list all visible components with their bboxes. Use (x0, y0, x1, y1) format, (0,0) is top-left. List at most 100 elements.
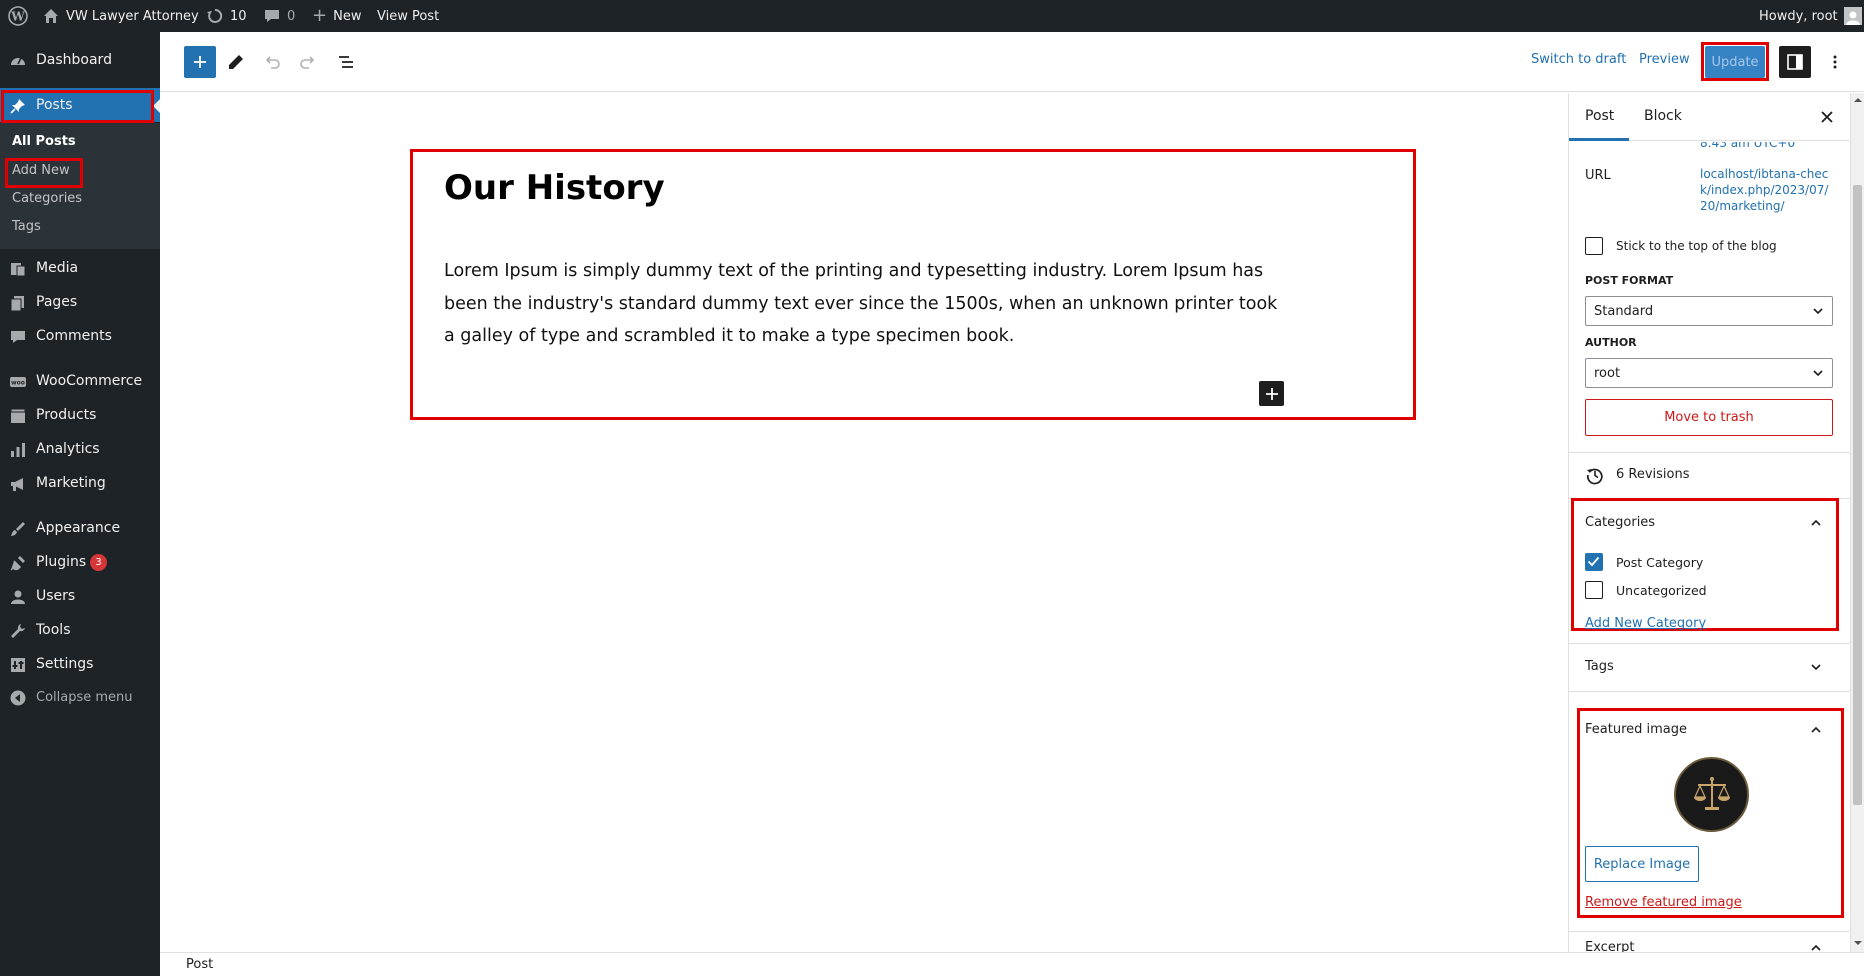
view-post-link[interactable]: View Post (377, 0, 439, 32)
menu-users[interactable]: Users (0, 579, 160, 613)
category-checkbox-uncategorized[interactable] (1585, 581, 1603, 599)
more-vertical-icon (1833, 55, 1837, 69)
menu-users-label: Users (36, 588, 76, 604)
settings-toggle-button[interactable] (1779, 46, 1811, 78)
editor-footer: Post (160, 952, 1864, 976)
howdy-text: Howdy, root (1759, 8, 1838, 24)
menu-marketing-label: Marketing (36, 475, 106, 491)
plus-icon (1265, 387, 1278, 400)
scroll-up-arrow-icon[interactable] (1853, 95, 1863, 105)
post-format-select[interactable]: Standard (1585, 296, 1833, 326)
tools-button[interactable] (220, 46, 252, 78)
tags-title: Tags (1585, 659, 1614, 674)
menu-products[interactable]: Products (0, 398, 160, 432)
menu-dashboard[interactable]: Dashboard (0, 43, 160, 77)
remove-featured-image-link[interactable]: Remove featured image (1585, 895, 1742, 910)
plus-icon: + (312, 5, 328, 26)
analytics-icon (11, 443, 25, 457)
tools-icon (11, 624, 25, 638)
plugins-update-badge: 3 (90, 554, 107, 571)
admin-sidebar: Dashboard Posts All Posts Add New Catego… (0, 32, 161, 976)
chevron-down-icon (1813, 308, 1823, 315)
chevron-down-icon (1813, 370, 1823, 377)
document-overview-button[interactable] (330, 46, 362, 78)
menu-analytics[interactable]: Analytics (0, 432, 160, 466)
comments-count: 0 (287, 8, 296, 24)
category-label-post-category: Post Category (1616, 555, 1704, 570)
collapse-icon (10, 690, 26, 706)
tab-post-active-indicator (1569, 138, 1629, 141)
menu-tools-label: Tools (36, 622, 71, 638)
checkmark-icon (1587, 556, 1600, 567)
post-format-value: Standard (1594, 303, 1654, 319)
menu-comments-label: Comments (36, 328, 112, 344)
scrollbar-thumb[interactable] (1853, 185, 1862, 805)
submenu-add-new[interactable]: Add New (12, 163, 70, 178)
submenu-all-posts[interactable]: All Posts (12, 134, 76, 149)
home-icon (44, 9, 58, 23)
scroll-down-arrow-icon[interactable] (1853, 938, 1863, 948)
url-label: URL (1585, 168, 1611, 183)
new-content-link[interactable]: + New (312, 0, 361, 32)
author-select[interactable]: root (1585, 358, 1833, 388)
tags-panel-toggle[interactable]: Tags (1569, 644, 1850, 691)
menu-woocommerce-label: WooCommerce (36, 373, 143, 389)
url-link[interactable]: localhost/ibtana-check/index.php/2023/07… (1700, 166, 1832, 214)
menu-posts[interactable]: Posts (0, 88, 160, 122)
menu-products-label: Products (36, 407, 97, 423)
add-block-button[interactable] (184, 46, 216, 78)
replace-image-button[interactable]: Replace Image (1585, 846, 1699, 882)
menu-plugins-label: Plugins (36, 554, 87, 570)
comments-menu-icon (11, 331, 25, 343)
menu-marketing[interactable]: Marketing (0, 466, 160, 500)
menu-pages[interactable]: Pages (0, 285, 160, 319)
menu-posts-label: Posts (36, 97, 73, 113)
stick-to-top-checkbox[interactable] (1585, 237, 1603, 255)
editor-header: Switch to draft Preview Update (160, 32, 1864, 92)
revisions-button[interactable]: 6 Revisions (1569, 453, 1850, 498)
post-title[interactable]: Our History (444, 168, 1344, 208)
megaphone-icon (11, 478, 23, 491)
wordpress-logo-icon[interactable]: W (8, 0, 28, 32)
featured-image-panel-toggle[interactable]: Featured image (1569, 713, 1850, 747)
updates-link[interactable]: 10 (206, 0, 247, 32)
menu-woocommerce[interactable]: woo WooCommerce (0, 364, 160, 398)
menu-media-label: Media (36, 260, 79, 276)
submenu-tags[interactable]: Tags (12, 219, 41, 234)
svg-text:W: W (10, 10, 25, 24)
account-menu[interactable]: Howdy, root (1759, 0, 1862, 32)
sidebar-panel-icon (1787, 54, 1803, 70)
tab-block[interactable]: Block (1644, 108, 1682, 124)
settings-scrollbar[interactable] (1850, 93, 1864, 952)
inline-add-block-button[interactable] (1259, 381, 1284, 406)
switch-to-draft-button[interactable]: Switch to draft (1531, 52, 1626, 67)
categories-panel-toggle[interactable]: Categories (1569, 505, 1850, 541)
block-breadcrumb[interactable]: Post (186, 957, 213, 972)
submenu-categories[interactable]: Categories (12, 191, 82, 206)
excerpt-panel-toggle[interactable]: Excerpt (1569, 932, 1850, 952)
redo-button[interactable] (292, 46, 324, 78)
close-settings-button[interactable] (1817, 107, 1837, 127)
category-checkbox-post-category[interactable] (1585, 553, 1603, 571)
chevron-up-icon (1811, 944, 1821, 951)
menu-appearance[interactable]: Appearance (0, 511, 160, 545)
options-button[interactable] (1819, 46, 1851, 78)
menu-tools[interactable]: Tools (0, 613, 160, 647)
collapse-menu-button[interactable]: Collapse menu (0, 680, 160, 714)
svg-text:woo: woo (11, 380, 25, 387)
move-to-trash-button[interactable]: Move to trash (1585, 399, 1833, 436)
tab-post[interactable]: Post (1585, 108, 1614, 124)
menu-media[interactable]: Media (0, 251, 160, 285)
site-name-link[interactable]: VW Lawyer Attorney (42, 0, 199, 32)
add-new-category-link[interactable]: Add New Category (1585, 616, 1706, 631)
undo-button[interactable] (256, 46, 288, 78)
featured-image-thumbnail[interactable] (1674, 757, 1749, 832)
menu-comments[interactable]: Comments (0, 319, 160, 353)
preview-button[interactable]: Preview (1639, 52, 1690, 67)
menu-settings[interactable]: Settings (0, 647, 160, 681)
update-button[interactable]: Update (1705, 46, 1765, 78)
close-icon (1821, 111, 1833, 123)
post-paragraph[interactable]: Lorem Ipsum is simply dummy text of the … (444, 255, 1284, 353)
menu-plugins[interactable]: Plugins 3 (0, 545, 160, 579)
comments-link[interactable]: 0 (263, 0, 295, 32)
